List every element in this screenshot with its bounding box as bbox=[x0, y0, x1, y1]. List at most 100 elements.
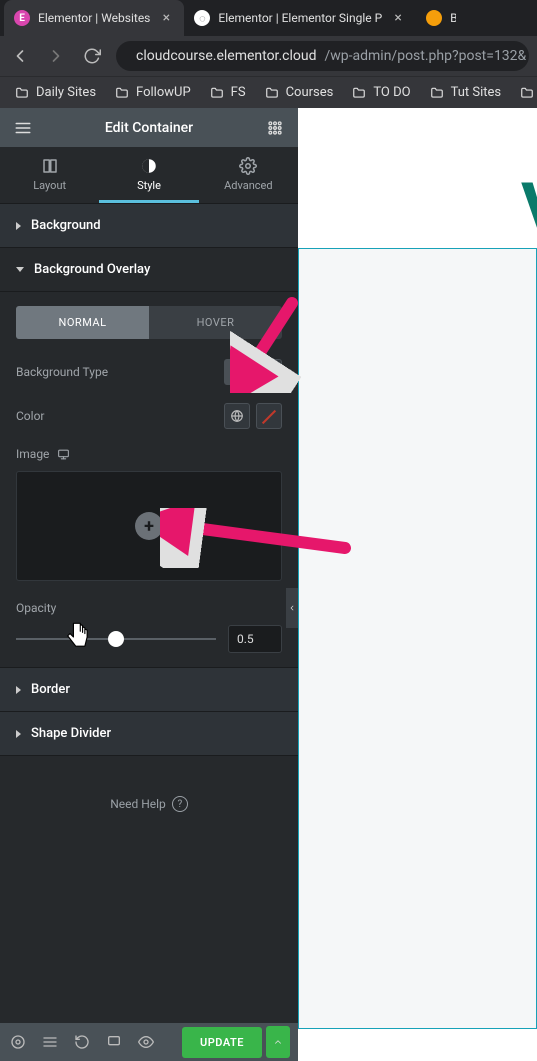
help-icon: ? bbox=[172, 796, 188, 812]
bg-type-row: Background Type bbox=[16, 359, 282, 385]
folder-icon bbox=[114, 86, 130, 100]
navigator-icon[interactable] bbox=[40, 1032, 60, 1052]
editor-header: Edit Container bbox=[0, 108, 298, 147]
history-icon[interactable] bbox=[72, 1032, 92, 1052]
state-normal[interactable]: NORMAL bbox=[16, 306, 149, 339]
tab-layout[interactable]: Layout bbox=[0, 147, 99, 203]
help-link[interactable]: Need Help ? bbox=[0, 756, 298, 852]
update-options-button[interactable] bbox=[266, 1026, 290, 1058]
section-border[interactable]: Border bbox=[0, 668, 298, 712]
tab-label: Style bbox=[137, 179, 161, 192]
site-icon bbox=[426, 10, 442, 26]
reload-icon[interactable] bbox=[80, 44, 104, 68]
global-color-button[interactable] bbox=[224, 403, 250, 429]
back-icon[interactable] bbox=[8, 44, 32, 68]
settings-icon[interactable] bbox=[8, 1032, 28, 1052]
browser-tab[interactable]: Bik bbox=[416, 0, 466, 36]
tab-label: Layout bbox=[33, 179, 66, 192]
bg-type-label: Background Type bbox=[16, 365, 108, 379]
folder-icon bbox=[14, 86, 30, 100]
tab-title: Elementor | Elementor Single P bbox=[218, 11, 382, 25]
tab-title: Elementor | Websites bbox=[38, 11, 150, 25]
caret-right-icon bbox=[16, 222, 21, 230]
selected-container[interactable] bbox=[298, 248, 537, 1029]
preview-icon[interactable] bbox=[136, 1032, 156, 1052]
folder-icon bbox=[429, 86, 445, 100]
forward-icon[interactable] bbox=[44, 44, 68, 68]
bookmark-folder[interactable]: TO DO bbox=[345, 82, 416, 103]
opacity-row: 0.5 bbox=[16, 625, 282, 653]
section-title: Background bbox=[31, 218, 101, 233]
collapse-panel-icon[interactable] bbox=[286, 588, 298, 628]
bookmark-folder[interactable]: FollowUP bbox=[108, 82, 197, 103]
image-label: Image bbox=[16, 447, 49, 461]
state-toggle: NORMAL HOVER bbox=[16, 306, 282, 339]
opacity-slider[interactable] bbox=[16, 627, 216, 651]
bookmark-label: FS bbox=[231, 85, 246, 100]
bookmark-label: Daily Sites bbox=[36, 85, 96, 100]
bg-type-classic[interactable] bbox=[224, 359, 250, 385]
editor-footer: UPDATE bbox=[0, 1023, 298, 1061]
bookmark-folder[interactable]: Courses bbox=[258, 82, 340, 103]
style-icon bbox=[140, 157, 158, 175]
caret-down-icon bbox=[16, 267, 24, 272]
hamburger-icon[interactable] bbox=[8, 113, 38, 143]
bookmark-label: TO DO bbox=[373, 85, 410, 100]
bookmarks-bar: Daily Sites FollowUP FS Courses TO DO Tu… bbox=[0, 76, 537, 108]
opacity-value-input[interactable]: 0.5 bbox=[228, 625, 282, 653]
color-row: Color bbox=[16, 403, 282, 429]
update-button[interactable]: UPDATE bbox=[182, 1027, 262, 1058]
section-background-overlay[interactable]: Background Overlay bbox=[0, 248, 298, 292]
state-hover[interactable]: HOVER bbox=[149, 306, 282, 339]
browser-tab[interactable]: ◌ Elementor | Elementor Single P × bbox=[184, 0, 416, 36]
overlay-controls: NORMAL HOVER Background Type Color Image bbox=[0, 292, 298, 668]
browser-tabstrip: E Elementor | Websites × ◌ Elementor | E… bbox=[0, 0, 537, 36]
bookmark-folder[interactable]: FS bbox=[203, 82, 252, 103]
tab-title: Bik bbox=[450, 11, 456, 25]
tab-label: Advanced bbox=[224, 179, 272, 192]
canvas-content bbox=[298, 108, 537, 248]
caret-right-icon bbox=[16, 730, 21, 738]
slider-thumb-icon[interactable] bbox=[108, 631, 124, 647]
apps-icon[interactable] bbox=[260, 113, 290, 143]
folder-icon bbox=[519, 86, 535, 100]
color-label: Color bbox=[16, 409, 44, 423]
add-image-icon[interactable]: + bbox=[135, 512, 163, 540]
editor-canvas[interactable]: V H bbox=[298, 108, 537, 1061]
gear-icon bbox=[239, 157, 257, 175]
folder-icon bbox=[264, 86, 280, 100]
workspace: Edit Container Layout Style Advanced Bac… bbox=[0, 108, 537, 1061]
bookmark-label: Courses bbox=[286, 85, 334, 100]
browser-tab[interactable]: E Elementor | Websites × bbox=[4, 0, 184, 36]
image-label-row: Image bbox=[16, 447, 282, 461]
image-uploader[interactable]: + bbox=[16, 471, 282, 581]
opacity-label: Opacity bbox=[16, 601, 282, 615]
bookmark-folder[interactable] bbox=[513, 83, 537, 103]
desktop-icon[interactable] bbox=[57, 448, 70, 461]
browser-urlbar: cloudcourse.elementor.cloud/wp-admin/pos… bbox=[0, 36, 537, 76]
bg-type-gradient[interactable] bbox=[256, 359, 282, 385]
canvas-heading-fragment: V bbox=[521, 168, 537, 250]
responsive-icon[interactable] bbox=[104, 1032, 124, 1052]
section-shape-divider[interactable]: Shape Divider bbox=[0, 712, 298, 756]
color-picker-button[interactable] bbox=[256, 403, 282, 429]
editor-tabs: Layout Style Advanced bbox=[0, 147, 298, 204]
close-icon[interactable]: × bbox=[158, 10, 174, 26]
url-input[interactable]: cloudcourse.elementor.cloud/wp-admin/pos… bbox=[116, 41, 529, 71]
caret-right-icon bbox=[16, 686, 21, 694]
url-host: cloudcourse.elementor.cloud bbox=[136, 48, 316, 64]
bookmark-folder[interactable]: Tut Sites bbox=[423, 82, 508, 103]
editor-title: Edit Container bbox=[38, 120, 260, 136]
bookmark-folder[interactable]: Daily Sites bbox=[8, 82, 102, 103]
section-title: Background Overlay bbox=[34, 262, 150, 277]
layout-icon bbox=[41, 157, 59, 175]
tab-advanced[interactable]: Advanced bbox=[199, 147, 298, 203]
section-title: Shape Divider bbox=[31, 726, 111, 741]
bookmark-label: FollowUP bbox=[136, 85, 191, 100]
tab-style[interactable]: Style bbox=[99, 147, 198, 203]
close-icon[interactable]: × bbox=[390, 10, 406, 26]
section-background[interactable]: Background bbox=[0, 204, 298, 248]
site-e-icon: E bbox=[14, 10, 30, 26]
site-globe-icon: ◌ bbox=[194, 10, 210, 26]
folder-icon bbox=[209, 86, 225, 100]
